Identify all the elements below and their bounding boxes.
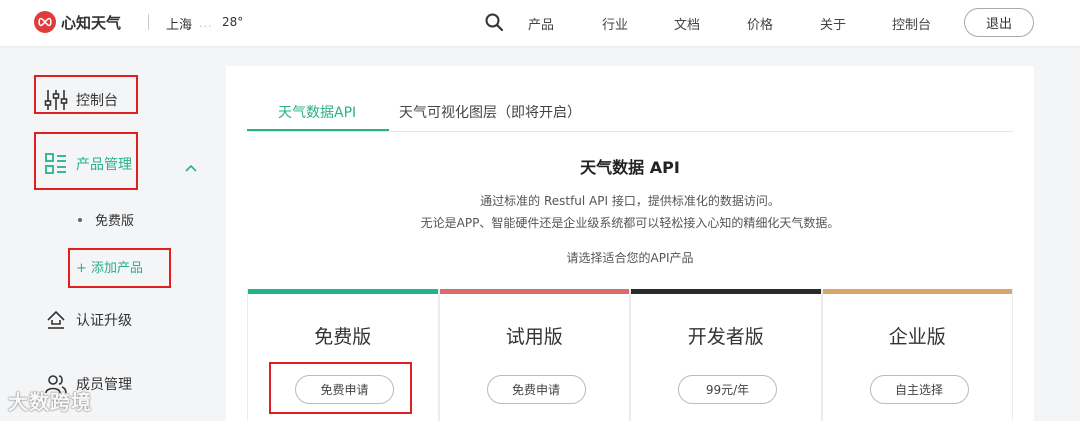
header-divider	[148, 14, 149, 30]
bullet-icon	[78, 217, 82, 222]
nav-about[interactable]: 关于	[820, 14, 846, 33]
weather-icon: ...	[199, 17, 213, 30]
plan-card-trial: 试用版 免费申请	[438, 289, 630, 421]
apply-trial-button[interactable]: 免费申请	[486, 375, 586, 404]
brand-name: 心知天气	[61, 13, 122, 32]
highlight-box-console	[34, 75, 138, 114]
top-nav-bar: 心知天气 上海 ... 28° 产品 行业 文档 价格 关于 控制台 退出	[0, 0, 1080, 46]
nav-products[interactable]: 产品	[528, 14, 554, 33]
description-line-1: 通过标准的 Restful API 接口，提供标准化的数据访问。	[480, 194, 780, 208]
description-line-2: 无论是APP、智能硬件还是企业级系统都可以轻松接入心知的精细化天气数据。	[420, 216, 840, 230]
product-prompt: 请选择适合您的API产品	[566, 251, 694, 265]
plan-name: 免费版	[314, 326, 372, 348]
developer-price-button[interactable]: 99元/年	[678, 375, 777, 404]
sidebar-item-label: 认证升级	[76, 313, 132, 329]
nav-pricing[interactable]: 价格	[747, 14, 773, 33]
plan-name: 开发者版	[687, 326, 764, 348]
brand-logo[interactable]: 心知天气	[34, 11, 121, 33]
card-color-bar	[631, 289, 821, 294]
nav-console[interactable]: 控制台	[892, 14, 931, 33]
sidebar-item-label: 免费版	[95, 214, 135, 229]
highlight-box-add-product	[68, 248, 171, 288]
tab-visual-layer[interactable]: 天气可视化图层（即将开启）	[399, 102, 581, 122]
highlight-box-apply-free	[269, 362, 412, 414]
highlight-box-product-management	[34, 132, 138, 190]
nav-docs[interactable]: 文档	[674, 14, 700, 33]
infinity-logo-icon	[34, 11, 56, 33]
plan-card-enterprise: 企业版 自主选择	[821, 289, 1013, 421]
search-icon[interactable]	[484, 12, 504, 32]
page-title: 天气数据 API	[580, 158, 680, 177]
sidebar-subitem-free[interactable]: 免费版	[78, 210, 134, 229]
card-color-bar	[248, 289, 438, 294]
sidebar-item-certification[interactable]: 认证升级	[44, 308, 132, 332]
temperature: 28°	[222, 15, 244, 29]
plan-name: 企业版	[888, 326, 946, 348]
plan-name: 试用版	[505, 326, 563, 348]
enterprise-choose-button[interactable]: 自主选择	[869, 375, 969, 404]
logout-button[interactable]: 退出	[964, 8, 1034, 37]
card-color-bar	[439, 289, 629, 294]
watermark: 大数跨境	[8, 390, 92, 414]
nav-industries[interactable]: 行业	[602, 14, 628, 33]
tab-weather-api[interactable]: 天气数据API	[278, 102, 356, 122]
plan-card-developer: 开发者版 99元/年	[630, 289, 822, 421]
card-color-bar	[822, 289, 1012, 294]
tab-bar: 天气数据API 天气可视化图层（即将开启）	[247, 92, 1013, 132]
upload-icon	[44, 308, 68, 332]
tab-active-indicator	[247, 129, 389, 131]
chevron-up-icon[interactable]	[184, 158, 198, 177]
city-label[interactable]: 上海	[166, 14, 192, 33]
